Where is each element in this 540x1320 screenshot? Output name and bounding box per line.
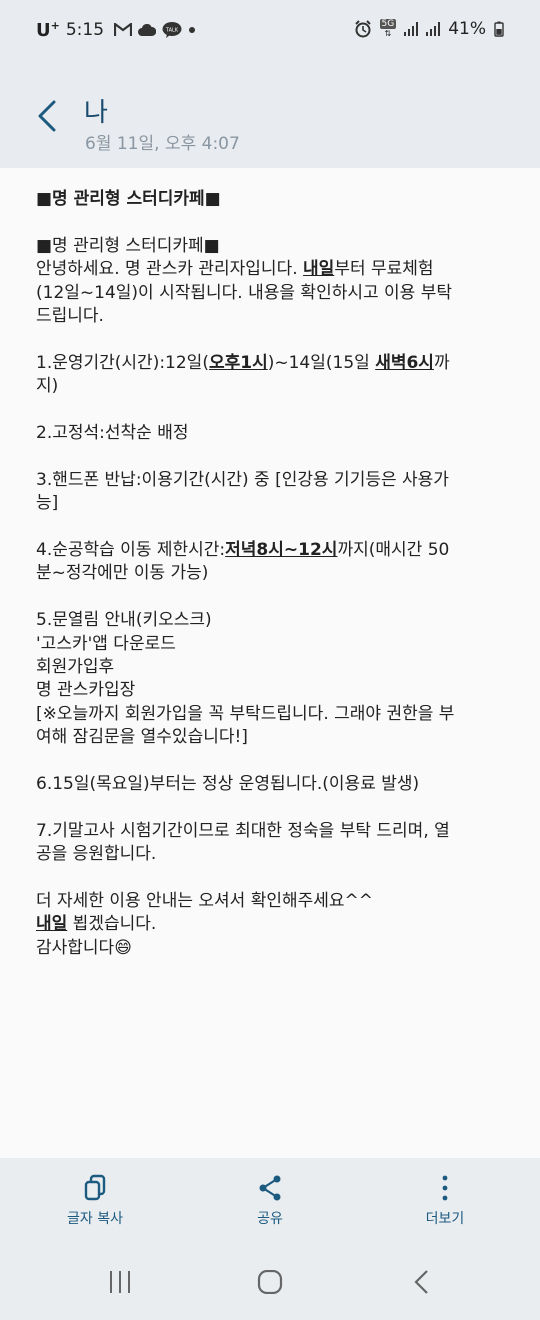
back-arrow-icon[interactable] [30,96,66,136]
message-line: '고스카'앱 다운로드 [36,633,506,656]
gmail-icon [114,23,133,36]
message-line: 5.문열림 안내(키오스크) [36,609,506,632]
highlighted-text: 내일 [36,914,68,935]
cloud-icon [138,24,157,36]
message-text: 여해 잠김문을 열수있습니다!] [36,727,248,748]
battery-percent: 41% [448,19,486,39]
signal-icon [404,22,419,36]
battery-icon [494,21,504,37]
message-line: 능] [36,492,506,515]
message-line: 공을 응원합니다. [36,843,506,866]
message-text: 더 자세한 이용 안내는 오셔서 확인해주세요^^ [36,891,374,912]
message-line: 내일 뵙겠습니다. [36,913,506,936]
copy-text-button[interactable]: 글자 복사 [35,1174,155,1228]
message-text: 3.핸드폰 반납:이용기간(시간) 중 [인강용 기기등은 사용가 [36,469,449,490]
status-bar: U+ 5:15 TALK 5G ⇅ 41% [0,0,540,62]
carrier-label: U+ [36,19,60,41]
more-button[interactable]: 더보기 [385,1174,505,1228]
system-nav-bar [0,1242,540,1320]
message-text: 드립니다. [36,306,104,327]
nav-back-icon[interactable] [412,1270,432,1294]
message-text: 1.운영기간(시간):12일( [36,352,209,373]
message-line [36,516,506,539]
message-text: 7.기말고사 시험기간이므로 최대한 정숙을 부탁 드리며, 열 [36,820,450,841]
message-text: [※오늘까지 회원가입을 꼭 부탁드립니다. 그래야 권한을 부 [36,703,455,724]
message-line [36,211,506,234]
message-line: [※오늘까지 회원가입을 꼭 부탁드립니다. 그래야 권한을 부 [36,703,506,726]
message-line [36,328,506,351]
message-text: 분~정각에만 이동 가능) [36,563,209,584]
message-line: 명 관스카입장 [36,679,506,702]
message-line: 분~정각에만 이동 가능) [36,562,506,585]
action-bar: 글자 복사 공유 더보기 [0,1158,540,1242]
message-line [36,750,506,773]
copy-text-label: 글자 복사 [67,1211,123,1227]
message-line [36,445,506,468]
message-text: 회원가입후 [36,657,115,678]
message-line: 안녕하세요. 명 관스카 관리자입니다. 내일부터 무료체험 [36,258,506,281]
more-notifications-icon [189,27,196,33]
message-text: 안녕하세요. 명 관스카 관리자입니다. [36,259,304,280]
message-line [36,586,506,609]
message-text: 지) [36,376,59,397]
message-text: (12일~14일)이 시작됩니다. 내용을 확인하시고 이용 부탁 [36,282,452,303]
message-text: 뵙겠습니다. [67,914,157,935]
message-text: 부터 무료체험 [334,259,434,280]
recent-apps-icon[interactable] [108,1270,132,1294]
message-text: 2.고정석:선착순 배정 [36,423,189,444]
message-body: ■명 관리형 스터디카페■ ■명 관리형 스터디카페■ 안녕하세요. 명 관스카 관… [36,188,506,960]
share-label: 공유 [257,1211,283,1227]
message-line: ■명 관리형 스터디카페■ [36,188,506,211]
message-text: ■명 관리형 스터디카페■ [36,189,221,209]
clock: 5:15 [65,20,105,40]
message-line: 드립니다. [36,305,506,328]
signal-icon-2 [426,22,441,36]
message-text: 능] [36,493,59,514]
message-text: '고스카'앱 다운로드 [36,633,176,654]
message-text: )~14일(15일 [267,352,376,373]
message-timestamp: 6월 11일, 오후 4:07 [85,134,240,154]
highlighted-text: 저녁8시~12시 [225,540,338,561]
message-line: 4.순공학습 이동 제한시간:저녁8시~12시까지(매시간 50 [36,539,506,562]
message-line: (12일~14일)이 시작됩니다. 내용을 확인하시고 이용 부탁 [36,282,506,305]
highlighted-text: 새벽6시 [375,352,434,373]
message-line: 더 자세한 이용 안내는 오셔서 확인해주세요^^ [36,890,506,913]
message-text: 5.문열림 안내(키오스크) [36,610,212,631]
message-line: 지) [36,375,506,398]
message-text: 까 [433,352,450,373]
more-vertical-icon [442,1175,448,1201]
highlighted-text: 오후1시 [208,352,268,373]
alarm-icon [354,20,371,38]
message-line: 2.고정석:선착순 배정 [36,422,506,445]
share-icon [259,1175,281,1201]
message-line [36,796,506,819]
home-icon[interactable] [257,1270,283,1294]
message-text: 감사합니다😄 [36,937,132,958]
message-text: 공을 응원합니다. [36,844,157,865]
talk-icon: TALK [162,22,182,38]
sender-name: 나 [84,98,108,128]
message-line: 7.기말고사 시험기간이므로 최대한 정숙을 부탁 드리며, 열 [36,820,506,843]
message-text: ■명 관리형 스터디카페■ [36,235,220,256]
copy-icon [84,1174,106,1201]
message-line [36,867,506,890]
message-text: 4.순공학습 이동 제한시간: [36,540,226,561]
message-text: 명 관스카입장 [36,680,136,701]
message-line: 6.15일(목요일)부터는 정상 운영됩니다.(이용료 발생) [36,773,506,796]
share-button[interactable]: 공유 [210,1174,330,1228]
message-text: 6.15일(목요일)부터는 정상 운영됩니다.(이용료 발생) [36,774,420,795]
highlighted-text: 내일 [303,259,335,280]
more-label: 더보기 [425,1211,465,1227]
message-line: 1.운영기간(시간):12일(오후1시)~14일(15일 새벽6시까 [36,352,506,375]
message-line: ■명 관리형 스터디카페■ [36,235,506,258]
message-line [36,399,506,422]
message-line: 3.핸드폰 반납:이용기간(시간) 중 [인강용 기기등은 사용가 [36,469,506,492]
network-badge: 5G ⇅ [379,19,397,38]
svg-text:TALK: TALK [165,28,179,34]
message-text: 까지(매시간 50 [337,540,450,561]
message-line: 여해 잠김문을 열수있습니다!] [36,726,506,749]
message-header: 나 6월 11일, 오후 4:07 [0,62,540,168]
message-line: 감사합니다😄 [36,937,506,960]
message-line: 회원가입후 [36,656,506,679]
